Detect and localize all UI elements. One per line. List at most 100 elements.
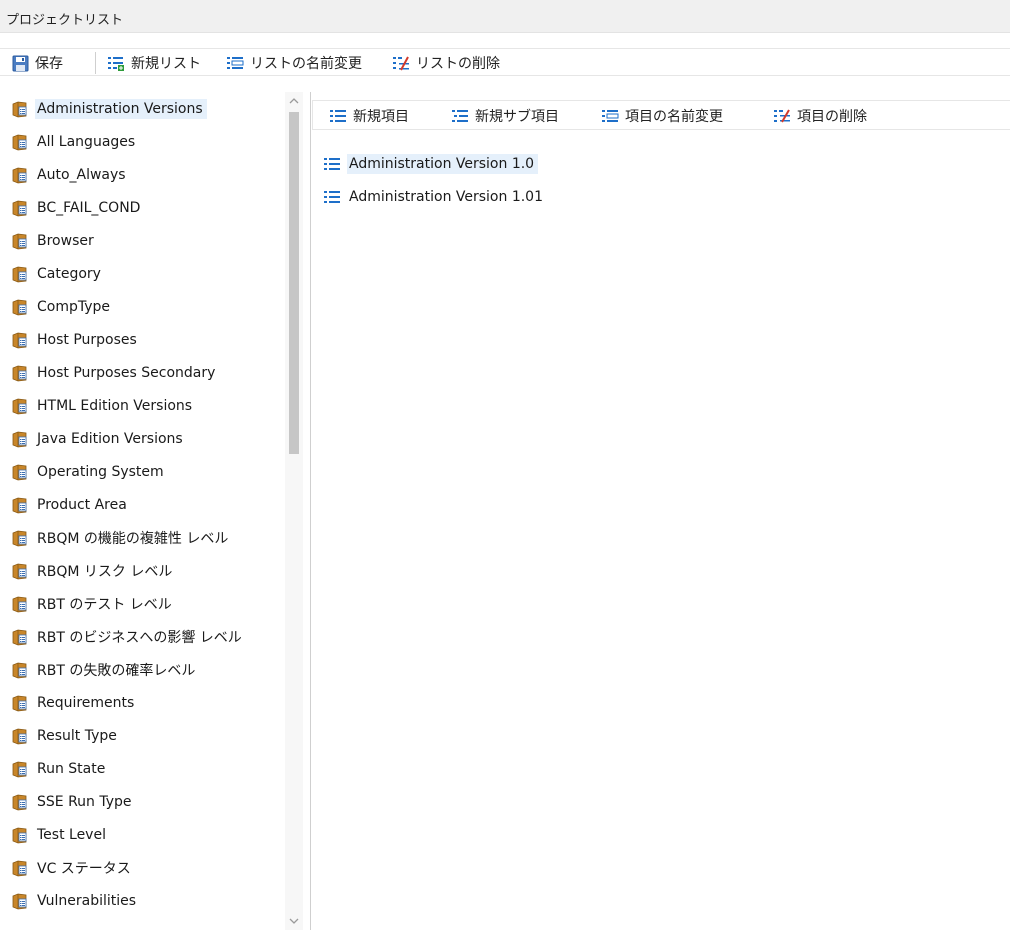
list-item-label: HTML Edition Versions <box>37 398 193 414</box>
delete-list-icon <box>392 55 410 72</box>
list-toolbar: 保存 新規リスト リストの名前変更 リストの削除 <box>0 34 1010 92</box>
list-item[interactable]: HTML Edition Versions <box>11 394 196 418</box>
list-item-label: RBT のテスト レベル <box>37 597 172 613</box>
list-item[interactable]: Auto_Always <box>11 163 130 187</box>
list-book-icon <box>11 200 29 217</box>
list-book-icon <box>11 365 29 382</box>
list-item-label: CompType <box>37 299 111 315</box>
new-list-button[interactable]: 新規リスト <box>107 53 201 73</box>
rename-item-button[interactable]: 項目の名前変更 <box>601 106 723 126</box>
scroll-down-arrow-icon[interactable] <box>289 916 299 926</box>
rename-list-button[interactable]: リストの名前変更 <box>226 53 362 73</box>
list-item[interactable]: Administration Versions <box>11 97 207 121</box>
new-sub-item-button[interactable]: 新規サブ項目 <box>451 106 559 126</box>
list-item[interactable]: RBQM リスク レベル <box>11 559 176 583</box>
list-book-icon <box>11 563 29 580</box>
list-item-label: RBT のビジネスへの影響 レベル <box>37 630 242 646</box>
list-book-icon <box>11 332 29 349</box>
delete-item-label: 項目の削除 <box>797 109 867 125</box>
list-item-label: Operating System <box>37 464 164 480</box>
list-book-icon <box>11 827 29 844</box>
toolbar-separator <box>95 52 96 74</box>
list-book-icon <box>11 398 29 415</box>
list-item[interactable]: VC ステータス <box>11 856 135 880</box>
list-item[interactable]: Requirements <box>11 691 138 715</box>
list-book-icon <box>11 794 29 811</box>
window-title-bar: プロジェクトリスト <box>0 0 1010 33</box>
list-item[interactable]: Java Edition Versions <box>11 427 187 451</box>
lists-scrollbar[interactable] <box>285 92 303 930</box>
item-toolbar: 新規項目 新規サブ項目 項目の名前変更 項目の削除 <box>312 100 1010 130</box>
list-book-icon <box>11 431 29 448</box>
list-item-label: RBT の失敗の確率レベル <box>37 663 196 679</box>
list-book-icon <box>11 629 29 646</box>
list-item[interactable]: Host Purposes Secondary <box>11 361 219 385</box>
new-item-icon <box>329 108 347 124</box>
list-item[interactable]: BC_FAIL_COND <box>11 196 144 220</box>
list-book-icon <box>11 662 29 679</box>
list-value-item[interactable]: Administration Version 1.0 <box>323 152 539 176</box>
list-item[interactable]: SSE Run Type <box>11 790 136 814</box>
new-sub-item-icon <box>451 108 469 124</box>
list-book-icon <box>11 464 29 481</box>
list-item[interactable]: Browser <box>11 229 98 253</box>
list-item[interactable]: All Languages <box>11 130 139 154</box>
save-label: 保存 <box>35 56 63 72</box>
list-item[interactable]: Run State <box>11 757 109 781</box>
list-item[interactable]: Host Purposes <box>11 328 141 352</box>
new-list-icon <box>107 55 125 72</box>
list-item[interactable]: Category <box>11 262 105 286</box>
list-book-icon <box>11 761 29 778</box>
list-item-label: VC ステータス <box>37 861 131 877</box>
list-item-label: Java Edition Versions <box>37 431 183 447</box>
save-button[interactable]: 保存 <box>12 53 63 73</box>
list-item-label: Host Purposes <box>37 332 137 348</box>
list-item-label: Auto_Always <box>37 167 126 183</box>
list-book-icon <box>11 695 29 712</box>
list-item[interactable]: CompType <box>11 295 114 319</box>
new-item-button[interactable]: 新規項目 <box>329 106 409 126</box>
rename-item-icon <box>601 108 619 124</box>
list-item-label: All Languages <box>37 134 136 150</box>
list-book-icon <box>11 266 29 283</box>
list-item-label: Run State <box>37 761 106 777</box>
list-item[interactable]: RBT のテスト レベル <box>11 592 176 616</box>
list-book-icon <box>11 893 29 910</box>
list-values-pane: 新規項目 新規サブ項目 項目の名前変更 項目の削除 Administration… <box>312 92 1010 930</box>
pane-splitter[interactable] <box>310 92 311 930</box>
list-item-label: BC_FAIL_COND <box>37 200 141 216</box>
project-lists-pane: Administration Versions All Languages Auto… <box>0 92 303 930</box>
list-value-icon <box>323 156 341 172</box>
scrollbar-thumb[interactable] <box>289 112 299 454</box>
scroll-up-arrow-icon[interactable] <box>289 96 299 106</box>
list-item[interactable]: RBT の失敗の確率レベル <box>11 658 199 682</box>
new-item-label: 新規項目 <box>353 109 409 125</box>
delete-list-button[interactable]: リストの削除 <box>392 53 500 73</box>
list-item-label: Vulnerabilities <box>37 893 137 909</box>
list-book-icon <box>11 497 29 514</box>
list-item-label: RBQM リスク レベル <box>37 564 173 580</box>
new-list-label: 新規リスト <box>131 56 201 72</box>
list-item-label: Host Purposes Secondary <box>37 365 216 381</box>
list-book-icon <box>11 299 29 316</box>
list-item[interactable]: Operating System <box>11 460 168 484</box>
list-book-icon <box>11 101 29 118</box>
list-item[interactable]: Product Area <box>11 493 131 517</box>
list-value-icon <box>323 189 341 205</box>
list-value-item[interactable]: Administration Version 1.01 <box>323 185 547 209</box>
list-item[interactable]: RBQM の機能の複雑性 レベル <box>11 526 232 550</box>
list-item[interactable]: RBT のビジネスへの影響 レベル <box>11 625 246 649</box>
list-item-label: Category <box>37 266 101 282</box>
list-book-icon <box>11 728 29 745</box>
list-item[interactable]: Vulnerabilities <box>11 889 140 913</box>
delete-item-button[interactable]: 項目の削除 <box>773 106 867 126</box>
list-item[interactable]: Result Type <box>11 724 121 748</box>
rename-list-label: リストの名前変更 <box>250 56 362 72</box>
list-item-label: RBQM の機能の複雑性 レベル <box>37 531 229 547</box>
list-value-label: Administration Version 1.0 <box>347 154 539 174</box>
list-item-label: Requirements <box>37 695 135 711</box>
list-item[interactable]: Test Level <box>11 823 110 847</box>
rename-item-label: 項目の名前変更 <box>625 109 723 125</box>
list-item-label: Product Area <box>37 497 127 513</box>
list-value-label: Administration Version 1.01 <box>349 189 543 205</box>
